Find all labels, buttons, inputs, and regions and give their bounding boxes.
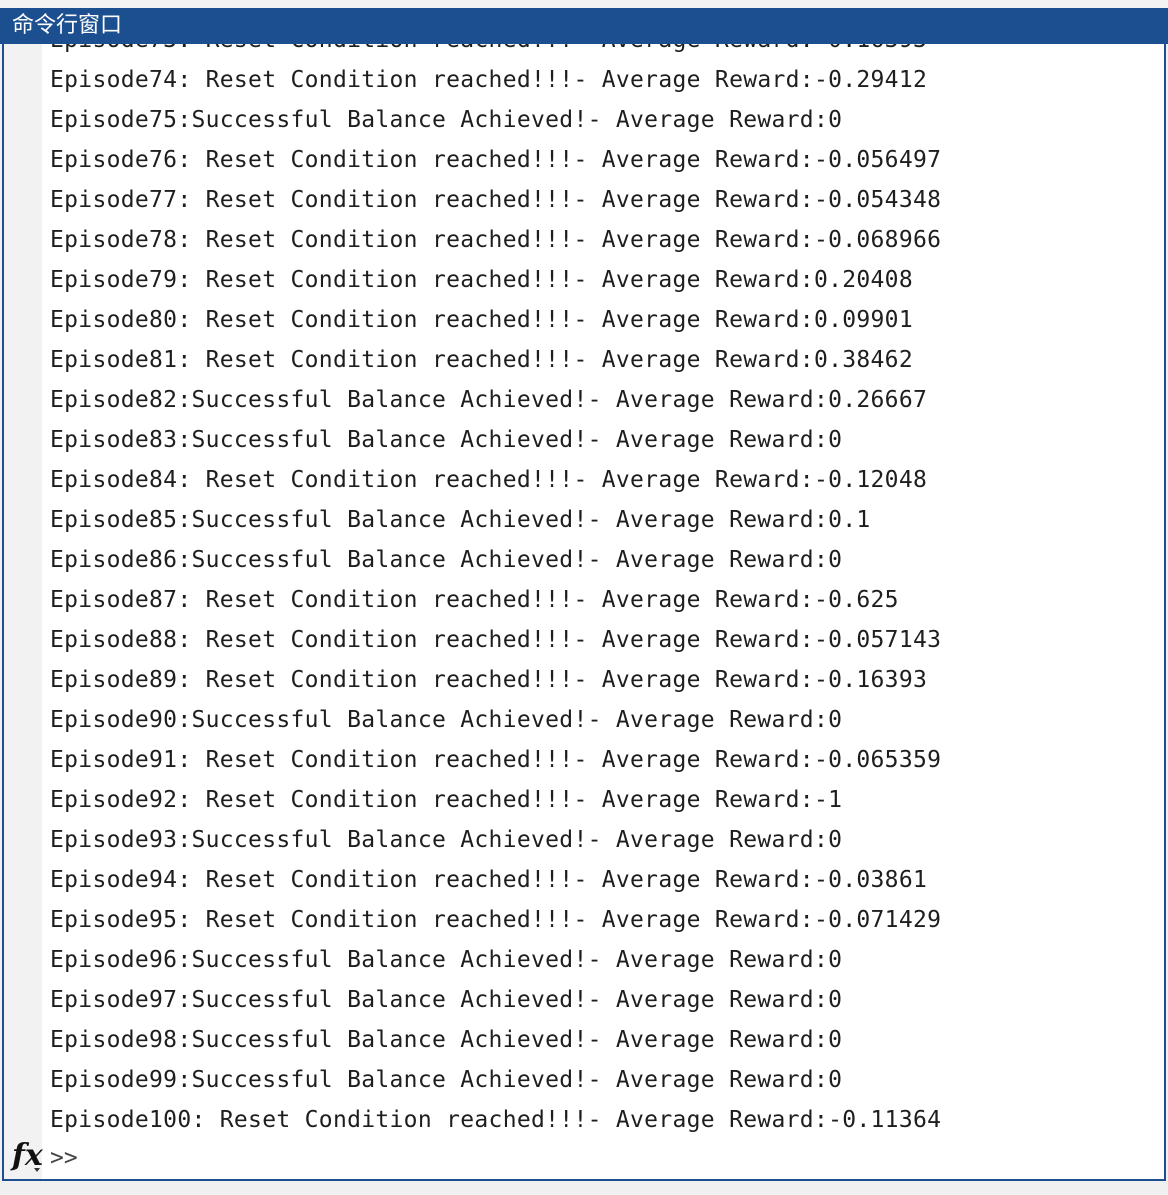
command-prompt[interactable]: >>	[50, 1138, 78, 1178]
output-line: Episode90:Successful Balance Achieved!- …	[50, 707, 843, 733]
output-line: Episode83:Successful Balance Achieved!- …	[50, 427, 843, 453]
command-window-content[interactable]: Episode73: Reset Condition reached!!!- A…	[2, 44, 1166, 1181]
output-line: Episode88: Reset Condition reached!!!- A…	[50, 627, 942, 653]
output-line: Episode93:Successful Balance Achieved!- …	[50, 827, 843, 853]
window-bottom-strip	[0, 1181, 1168, 1195]
output-line: Episode86:Successful Balance Achieved!- …	[50, 547, 843, 573]
output-line: Episode76: Reset Condition reached!!!- A…	[50, 147, 942, 173]
output-line: Episode87: Reset Condition reached!!!- A…	[50, 587, 899, 613]
output-line: Episode100: Reset Condition reached!!!- …	[50, 1107, 942, 1133]
output-line: Episode94: Reset Condition reached!!!- A…	[50, 867, 928, 893]
fx-icon[interactable]: fx	[12, 1138, 44, 1178]
output-line: Episode95: Reset Condition reached!!!- A…	[50, 907, 942, 933]
output-line: Episode99:Successful Balance Achieved!- …	[50, 1067, 843, 1093]
output-line: Episode97:Successful Balance Achieved!- …	[50, 987, 843, 1013]
output-line: Episode78: Reset Condition reached!!!- A…	[50, 227, 942, 253]
output-line: Episode91: Reset Condition reached!!!- A…	[50, 747, 942, 773]
output-line: Episode96:Successful Balance Achieved!- …	[50, 947, 843, 973]
window-title[interactable]: 命令行窗口	[0, 8, 1168, 44]
left-gutter	[4, 44, 42, 1179]
output-line: Episode80: Reset Condition reached!!!- A…	[50, 307, 913, 333]
output-line: Episode79: Reset Condition reached!!!- A…	[50, 267, 913, 293]
output-line: Episode73: Reset Condition reached!!!- A…	[50, 44, 941, 60]
output-line: Episode74: Reset Condition reached!!!- A…	[50, 67, 928, 93]
command-prompt-row[interactable]: fx >>	[4, 1138, 1164, 1178]
output-line: Episode85:Successful Balance Achieved!- …	[50, 507, 871, 533]
output-line: Episode92: Reset Condition reached!!!- A…	[50, 787, 843, 813]
command-output: Episode73: Reset Condition reached!!!- A…	[50, 44, 941, 1140]
output-line: Episode81: Reset Condition reached!!!- A…	[50, 347, 913, 373]
output-line: Episode89: Reset Condition reached!!!- A…	[50, 667, 928, 693]
fx-dropdown-caret-icon[interactable]	[34, 1168, 40, 1172]
output-line: Episode98:Successful Balance Achieved!- …	[50, 1027, 843, 1053]
output-line: Episode82:Successful Balance Achieved!- …	[50, 387, 928, 413]
command-window: 命令行窗口 Episode73: Reset Condition reached…	[0, 0, 1168, 1195]
output-line: Episode84: Reset Condition reached!!!- A…	[50, 467, 928, 493]
output-line: Episode75:Successful Balance Achieved!- …	[50, 107, 843, 133]
output-line: Episode77: Reset Condition reached!!!- A…	[50, 187, 942, 213]
